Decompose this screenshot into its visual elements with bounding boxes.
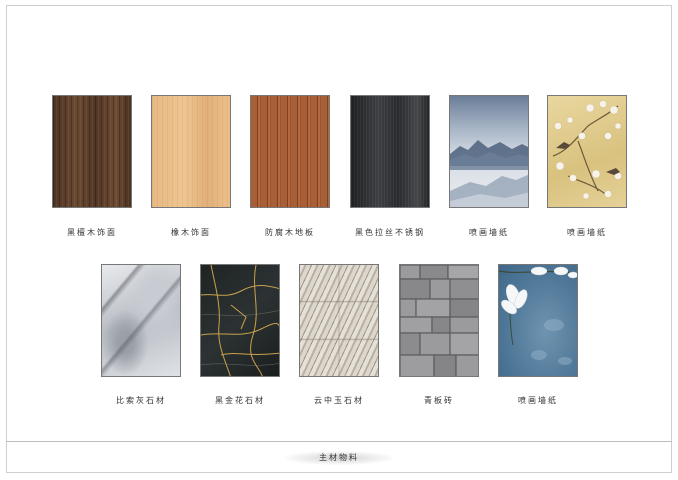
swatch-label: 防腐木地板: [265, 228, 315, 237]
swatch-label: 喷画墙纸: [469, 228, 509, 237]
swatch-label: 橡木饰面: [171, 228, 211, 237]
swatch-magnolia-mural: [498, 264, 578, 377]
swatch-mountain-mural: [449, 95, 529, 208]
swatch-oak-wood: [151, 95, 231, 208]
swatch-grey-marble: [101, 264, 181, 377]
page-title: 主材物料: [319, 453, 359, 462]
swatch-ebony-wood: [52, 95, 132, 208]
mountain-illustration: [450, 140, 528, 207]
swatch-brushed-steel: [350, 95, 430, 208]
swatch-black-gold-marble: [200, 264, 280, 377]
swatch-bird-blossom-mural: [547, 95, 627, 208]
swatch-label: 比索灰石材: [116, 396, 166, 405]
swatch-label: 青板砖: [424, 396, 454, 405]
swatch-cloud-jade-stone: [299, 264, 379, 377]
swatch-wood-decking: [250, 95, 330, 208]
footer-divider: [6, 441, 672, 442]
bird-blossom-illustration: [552, 100, 622, 200]
swatch-label: 喷画墙纸: [518, 396, 558, 405]
material-board: 黑檀木饰面 橡木饰面 防腐木地板 黑色拉丝不锈钢 喷画墙纸 喷画墙纸 比索灰石材…: [0, 0, 678, 480]
gold-vein-illustration: [201, 265, 279, 376]
swatch-label: 云中玉石材: [314, 396, 364, 405]
swatch-label: 黑色拉丝不锈钢: [355, 228, 425, 237]
swatch-bluestone-brick: [399, 264, 479, 377]
swatch-label: 黑金花石材: [215, 396, 265, 405]
swatch-label: 黑檀木饰面: [67, 228, 117, 237]
magnolia-illustration: [499, 266, 577, 365]
swatch-label: 喷画墙纸: [567, 228, 607, 237]
brick-pattern-illustration: [400, 265, 478, 376]
